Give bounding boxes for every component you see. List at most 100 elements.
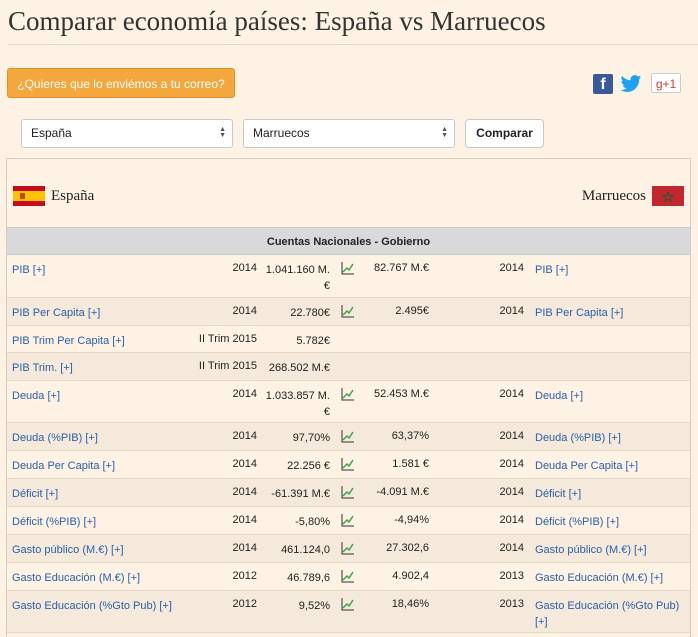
value-left: 9,52% bbox=[298, 600, 330, 612]
indicator-label-left[interactable]: Gasto Educación (%Gto Pub) [+] bbox=[12, 598, 172, 614]
indicator-label-right[interactable]: Gasto Educación (M.€) [+] bbox=[535, 570, 687, 586]
trend-chart-icon[interactable] bbox=[341, 513, 355, 527]
table-row: Deuda [+] 2014 1.033.857 M.€ 52.453 M.€ 2014… bbox=[7, 381, 690, 423]
value-right: 63,37% bbox=[391, 430, 429, 442]
section-header: Cuentas Nacionales - Gobierno bbox=[7, 227, 690, 255]
value-right: 18,46% bbox=[391, 598, 429, 610]
year-left: 2012 bbox=[232, 570, 257, 582]
value-right: 1.581 € bbox=[392, 458, 429, 470]
year-right: 2014 bbox=[499, 388, 524, 400]
country-header: España Marruecos bbox=[7, 159, 690, 227]
year-left: 2014 bbox=[232, 458, 257, 470]
year-left: 2014 bbox=[232, 486, 257, 498]
indicator-label-right[interactable]: Déficit (%PIB) [+] bbox=[535, 514, 687, 530]
trend-chart-icon[interactable] bbox=[341, 569, 355, 583]
year-right: 2014 bbox=[499, 486, 524, 498]
table-row: PIB Trim Per Capita [+] II Trim 2015 5.782… bbox=[7, 326, 690, 353]
year-right: 2014 bbox=[499, 430, 524, 442]
indicator-label-left[interactable]: PIB Per Capita [+] bbox=[12, 305, 172, 321]
trend-chart-icon[interactable] bbox=[341, 457, 355, 471]
indicator-label-left[interactable]: Gasto Educación (M.€) [+] bbox=[12, 570, 172, 586]
table-row: Gasto Educación (M.€) [+] 2012 46.789,6 4.9… bbox=[7, 563, 690, 591]
value-right: 4.902,4 bbox=[392, 570, 429, 582]
indicator-label-right[interactable]: Gasto Educación (%Gto Pub) [+] bbox=[535, 598, 687, 630]
country-left-name: España bbox=[51, 188, 95, 204]
facebook-share-icon[interactable]: f bbox=[593, 74, 613, 94]
value-left: 22.256 € bbox=[287, 460, 330, 472]
year-right: 2014 bbox=[499, 458, 524, 470]
year-left: 2014 bbox=[232, 514, 257, 526]
compare-button[interactable]: Comparar bbox=[465, 119, 544, 148]
value-left: 461.124,0 bbox=[281, 544, 330, 556]
indicator-label-left[interactable]: PIB Trim. [+] bbox=[12, 360, 172, 376]
country1-select[interactable]: España ▲ ▼ bbox=[21, 119, 233, 148]
trend-chart-icon[interactable] bbox=[341, 261, 355, 275]
value-right: 2.495€ bbox=[395, 305, 429, 317]
trend-chart-icon[interactable] bbox=[341, 304, 355, 318]
year-left: 2012 bbox=[232, 598, 257, 610]
country2-select-value: Marruecos bbox=[253, 126, 310, 140]
value-left: -5,80% bbox=[295, 516, 330, 528]
value-left: 97,70% bbox=[292, 432, 330, 444]
table-row: Deuda Per Capita [+] 2014 22.256 € 1.581 € 2… bbox=[7, 451, 690, 479]
year-left: 2014 bbox=[232, 305, 257, 317]
indicator-label-right[interactable]: Deuda (%PIB) [+] bbox=[535, 430, 687, 446]
indicator-label-left[interactable]: Deuda (%PIB) [+] bbox=[12, 430, 172, 446]
indicator-label-right[interactable]: Deuda [+] bbox=[535, 388, 687, 404]
value-left: 1.033.857 M.€ bbox=[265, 390, 330, 418]
indicator-label-right[interactable]: PIB Per Capita [+] bbox=[535, 305, 687, 321]
value-right: 52.453 M.€ bbox=[373, 388, 429, 400]
value-left: 1.041.160 M.€ bbox=[265, 264, 330, 292]
table-row: Gasto Salud (M.€) [+]201364.823,61.603,1… bbox=[7, 633, 690, 637]
value-left: -61.391 M.€ bbox=[271, 488, 330, 500]
table-row: Déficit (%PIB) [+] 2014 -5,80% -4,94% 2014 Dé… bbox=[7, 507, 690, 535]
value-right: 27.302,6 bbox=[386, 542, 429, 554]
table-row: Gasto público (M.€) [+] 2014 461.124,0 27.3… bbox=[7, 535, 690, 563]
country2-select[interactable]: Marruecos ▲ ▼ bbox=[243, 119, 455, 148]
trend-chart-icon[interactable] bbox=[341, 597, 355, 611]
country-right-name: Marruecos bbox=[581, 188, 646, 204]
table-row: PIB [+] 2014 1.041.160 M.€ 82.767 M.€ 2014 PI… bbox=[7, 255, 690, 298]
indicator-table: PIB [+] 2014 1.041.160 M.€ 82.767 M.€ 2014 PI… bbox=[7, 255, 690, 637]
trend-chart-icon[interactable] bbox=[341, 485, 355, 499]
year-left: 2014 bbox=[232, 388, 257, 400]
table-row: Deuda (%PIB) [+] 2014 97,70% 63,37% 2014 Deud… bbox=[7, 423, 690, 451]
indicator-label-right[interactable]: PIB [+] bbox=[535, 262, 687, 278]
trend-chart-icon[interactable] bbox=[341, 541, 355, 555]
indicator-label-left[interactable]: Déficit (%PIB) [+] bbox=[12, 514, 172, 530]
indicator-label-left[interactable]: PIB [+] bbox=[12, 262, 172, 278]
year-left: II Trim 2015 bbox=[198, 333, 257, 345]
trend-chart-icon[interactable] bbox=[341, 429, 355, 443]
value-right: 82.767 M.€ bbox=[373, 262, 429, 274]
indicator-label-left[interactable]: Deuda [+] bbox=[12, 388, 172, 404]
morocco-flag-icon bbox=[652, 186, 684, 206]
page-title: Comparar economía países: España vs Marr… bbox=[8, 6, 546, 36]
year-right: 2013 bbox=[499, 598, 524, 610]
email-me-button[interactable]: ¿Quieres que lo enviémos a tu correo? bbox=[7, 68, 235, 98]
indicator-label-left[interactable]: Deuda Per Capita [+] bbox=[12, 458, 172, 474]
table-row: PIB Trim. [+] II Trim 2015 268.502 M.€ bbox=[7, 353, 690, 381]
year-left: 2014 bbox=[232, 262, 257, 274]
value-left: 268.502 M.€ bbox=[268, 362, 330, 374]
twitter-share-icon[interactable] bbox=[620, 74, 642, 94]
value-right: -4,94% bbox=[394, 514, 429, 526]
indicator-label-right[interactable]: Déficit [+] bbox=[535, 486, 687, 502]
indicator-label-left[interactable]: PIB Trim Per Capita [+] bbox=[12, 333, 172, 349]
country1-select-value: España bbox=[31, 126, 72, 140]
indicator-label-right[interactable]: Deuda Per Capita [+] bbox=[535, 458, 687, 474]
select-arrows-icon: ▲ ▼ bbox=[219, 126, 226, 139]
trend-chart-icon[interactable] bbox=[341, 387, 355, 401]
table-row: PIB Per Capita [+] 2014 22.780€ 2.495€ 2014 P… bbox=[7, 298, 690, 326]
indicator-label-left[interactable]: Gasto público (M.€) [+] bbox=[12, 542, 172, 558]
value-left: 46.789,6 bbox=[287, 572, 330, 584]
comparison-panel: España Marruecos Cuentas Nacionales - Go… bbox=[6, 158, 691, 637]
year-right: 2014 bbox=[499, 305, 524, 317]
year-right: 2013 bbox=[499, 570, 524, 582]
indicator-label-left[interactable]: Déficit [+] bbox=[12, 486, 172, 502]
select-arrows-icon: ▲ ▼ bbox=[441, 126, 448, 139]
googleplus-share-icon[interactable]: g+1 bbox=[651, 73, 681, 93]
spain-flag-icon bbox=[13, 186, 45, 206]
indicator-label-right[interactable]: Gasto público (M.€) [+] bbox=[535, 542, 687, 558]
table-row: Gasto Educación (%Gto Pub) [+] 2012 9,52% 1… bbox=[7, 591, 690, 633]
value-left: 22.780€ bbox=[290, 307, 330, 319]
